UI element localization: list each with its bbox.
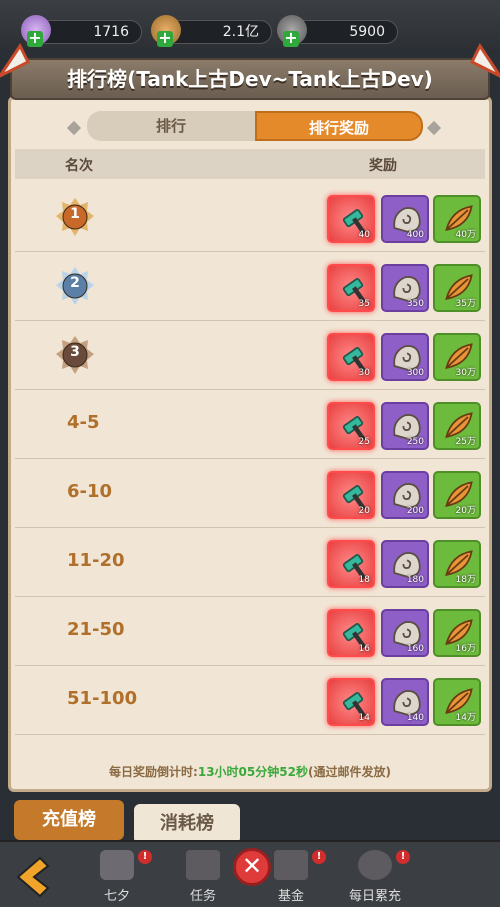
reward-item[interactable]: 35万 bbox=[433, 264, 481, 312]
rank-range: 51-100 bbox=[67, 688, 138, 709]
leaderboard-panel: 排行 排行奖励 名次 奖励 1 40 400 40万 2 35 350 35万 3 30 300 30… bbox=[8, 96, 492, 792]
resource-stone[interactable]: + 5900 bbox=[277, 15, 398, 47]
reward-item[interactable]: 180 bbox=[381, 540, 429, 588]
reward-quantity: 180 bbox=[406, 575, 424, 585]
daily-reward-countdown: 每日奖励倒计时:13小时05分钟52秒(通过邮件发放) bbox=[109, 765, 391, 779]
reward-item[interactable]: 14 bbox=[327, 678, 375, 726]
add-icon[interactable]: + bbox=[283, 30, 299, 47]
reward-item[interactable]: 16万 bbox=[433, 609, 481, 657]
fund-icon bbox=[274, 850, 308, 880]
reward-item[interactable]: 14万 bbox=[433, 678, 481, 726]
horn-left-icon bbox=[0, 43, 31, 78]
reward-item[interactable]: 30万 bbox=[433, 333, 481, 381]
reward-quantity: 300 bbox=[406, 368, 424, 378]
task-icon bbox=[186, 850, 220, 880]
reward-quantity: 40万 bbox=[455, 230, 476, 240]
reward-item[interactable]: 300 bbox=[381, 333, 429, 381]
tab-charge-ranking[interactable]: 充值榜 bbox=[14, 800, 124, 840]
resource-leaf[interactable]: + 2.1亿 bbox=[151, 15, 272, 47]
reward-item[interactable]: 20万 bbox=[433, 471, 481, 519]
reward-quantity: 30 bbox=[358, 368, 370, 378]
reward-item[interactable]: 350 bbox=[381, 264, 429, 312]
reward-quantity: 14万 bbox=[455, 713, 476, 723]
rank-range: 11-20 bbox=[67, 550, 125, 571]
back-arrow-icon[interactable] bbox=[10, 852, 60, 902]
reward-quantity: 40 bbox=[358, 230, 370, 240]
column-header-rank: 名次 bbox=[65, 158, 93, 174]
reward-item[interactable]: 40万 bbox=[433, 195, 481, 243]
notification-badge: ! bbox=[138, 850, 152, 864]
notification-badge: ! bbox=[396, 850, 410, 864]
reward-item[interactable]: 160 bbox=[381, 609, 429, 657]
table-row: 2 35 350 35万 bbox=[15, 252, 485, 321]
table-row: 1 40 400 40万 bbox=[15, 183, 485, 252]
rank-number: 2 bbox=[70, 275, 80, 291]
reward-item[interactable]: 25万 bbox=[433, 402, 481, 450]
reward-item[interactable]: 16 bbox=[327, 609, 375, 657]
qixi-icon bbox=[100, 850, 134, 880]
close-button[interactable]: ✕ bbox=[233, 848, 271, 886]
countdown-time: 13小时05分钟52秒 bbox=[197, 765, 308, 779]
tab-rank[interactable]: 排行 bbox=[87, 111, 255, 141]
reward-item[interactable]: 40 bbox=[327, 195, 375, 243]
reward-quantity: 16万 bbox=[455, 644, 476, 654]
table-row: 3 30 300 30万 bbox=[15, 321, 485, 390]
rank-range: 6-10 bbox=[67, 481, 113, 502]
reward-item[interactable]: 200 bbox=[381, 471, 429, 519]
reward-item[interactable]: 20 bbox=[327, 471, 375, 519]
table-row: 51-100 14 140 14万 bbox=[15, 666, 485, 735]
reward-quantity: 18 bbox=[358, 575, 370, 585]
tab-bar: 排行 排行奖励 bbox=[87, 111, 423, 141]
reward-quantity: 400 bbox=[406, 230, 424, 240]
reward-item[interactable]: 400 bbox=[381, 195, 429, 243]
reward-item[interactable]: 30 bbox=[327, 333, 375, 381]
reward-quantity: 350 bbox=[406, 299, 424, 309]
page-title: 排行榜(Tank上古Dev~Tank上古Dev) bbox=[10, 58, 490, 100]
reward-quantity: 14 bbox=[358, 713, 370, 723]
reward-quantity: 20万 bbox=[455, 506, 476, 516]
diamond-right-icon bbox=[426, 120, 442, 136]
table-row: 4-5 25 250 25万 bbox=[15, 390, 485, 459]
reward-list[interactable]: 1 40 400 40万 2 35 350 35万 3 30 300 30万 4-5 25 250 25万 6-… bbox=[15, 183, 485, 753]
reward-quantity: 20 bbox=[358, 506, 370, 516]
rank-number: 3 bbox=[70, 344, 80, 360]
reward-item[interactable]: 25 bbox=[327, 402, 375, 450]
rank-range: 4-5 bbox=[67, 412, 100, 433]
tab-rank-reward[interactable]: 排行奖励 bbox=[255, 111, 423, 141]
add-icon[interactable]: + bbox=[157, 30, 173, 47]
table-row: 6-10 20 200 20万 bbox=[15, 459, 485, 528]
table-header: 名次 奖励 bbox=[15, 149, 485, 179]
reward-item[interactable]: 140 bbox=[381, 678, 429, 726]
reward-item[interactable]: 18 bbox=[327, 540, 375, 588]
reward-quantity: 35 bbox=[358, 299, 370, 309]
reward-quantity: 160 bbox=[406, 644, 424, 654]
reward-item[interactable]: 35 bbox=[327, 264, 375, 312]
horn-right-icon bbox=[469, 43, 500, 78]
reward-quantity: 25 bbox=[358, 437, 370, 447]
table-row: 11-20 18 180 18万 bbox=[15, 528, 485, 597]
resource-bar: + 1716 + 2.1亿 + 5900 bbox=[0, 0, 500, 50]
resource-flower[interactable]: + 1716 bbox=[21, 15, 142, 47]
rank-range: 21-50 bbox=[67, 619, 125, 640]
table-row: 21-50 16 160 16万 bbox=[15, 597, 485, 666]
nav-item-qixi[interactable]: ! 七夕 bbox=[82, 850, 152, 904]
reward-quantity: 18万 bbox=[455, 575, 476, 585]
reward-quantity: 35万 bbox=[455, 299, 476, 309]
reward-quantity: 16 bbox=[358, 644, 370, 654]
reward-quantity: 250 bbox=[406, 437, 424, 447]
reward-quantity: 30万 bbox=[455, 368, 476, 378]
reward-quantity: 25万 bbox=[455, 437, 476, 447]
reward-quantity: 140 bbox=[406, 713, 424, 723]
nav-item-task[interactable]: 任务 bbox=[168, 850, 238, 904]
notification-badge: ! bbox=[312, 850, 326, 864]
column-header-reward: 奖励 bbox=[369, 158, 397, 174]
rank-number: 1 bbox=[70, 206, 80, 222]
reward-item[interactable]: 18万 bbox=[433, 540, 481, 588]
diamond-left-icon bbox=[66, 120, 82, 136]
reward-quantity: 200 bbox=[406, 506, 424, 516]
reward-item[interactable]: 250 bbox=[381, 402, 429, 450]
pot-icon bbox=[358, 850, 392, 880]
nav-item-daily-recharge[interactable]: ! 每日累充 bbox=[340, 850, 410, 904]
tab-consume-ranking[interactable]: 消耗榜 bbox=[134, 804, 240, 844]
